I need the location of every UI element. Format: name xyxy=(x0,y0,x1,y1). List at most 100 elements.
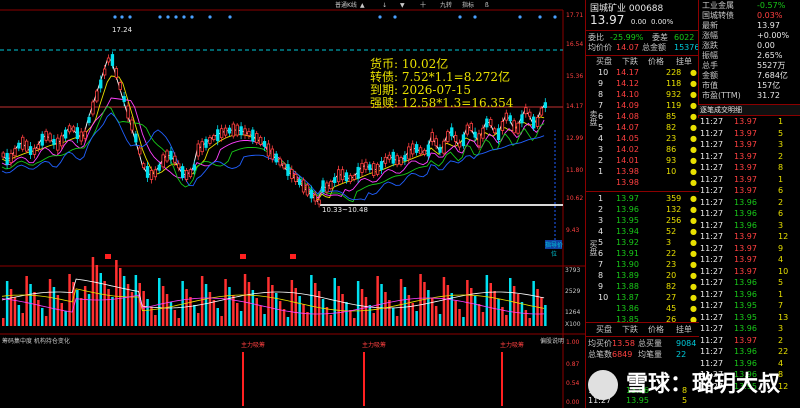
tick-time: 11:27 xyxy=(700,312,724,322)
order-book-row[interactable]: 7 14.09 119 ● xyxy=(586,101,699,111)
tick-row: 11:27 13.96 6 xyxy=(698,208,800,219)
event-marker-icon[interactable] xyxy=(553,15,557,19)
order-book-row[interactable]: 9 13.88 82 ● xyxy=(586,282,699,292)
toolbar-tab[interactable]: ↓ xyxy=(382,2,387,9)
order-book-row[interactable]: 6 13.91 22 ● xyxy=(586,249,699,259)
event-flag-icon[interactable] xyxy=(290,254,296,259)
event-flag-icon[interactable] xyxy=(240,254,246,259)
candlestick xyxy=(473,131,477,138)
order-book-row[interactable]: 7 13.90 23 ● xyxy=(586,260,699,270)
event-marker-icon[interactable] xyxy=(174,15,178,19)
order-book-row[interactable]: 4 14.05 23 ● xyxy=(586,134,699,144)
volume-bar xyxy=(220,316,223,326)
event-marker-icon[interactable] xyxy=(228,15,232,19)
candlestick xyxy=(184,170,189,180)
event-marker-icon[interactable] xyxy=(182,15,186,19)
price-axis-label: 15.36 xyxy=(566,73,583,80)
order-book-row[interactable]: 13.85 26 ● xyxy=(586,315,699,325)
candlestick xyxy=(301,179,306,193)
volume-bar xyxy=(64,311,67,326)
level-index: 4 xyxy=(598,227,604,236)
tick-list-panel[interactable]: 逐笔成交明细 11:27 13.97 1 11:27 13.97 5 11:27 13.97 3… xyxy=(698,104,800,408)
event-marker-icon[interactable] xyxy=(190,15,194,19)
order-book-row[interactable]: 2 13.96 132 ● xyxy=(586,205,699,215)
order-book-row[interactable]: 13.98 ● xyxy=(586,178,699,188)
candlestick xyxy=(364,161,368,170)
toolbar-tab[interactable]: 十 xyxy=(420,1,426,9)
candlestick xyxy=(403,155,407,161)
volume-bar xyxy=(310,275,313,326)
candlestick xyxy=(255,133,259,143)
summary-cell: 均买价 xyxy=(588,339,612,348)
toolbar-tab[interactable]: 九转 xyxy=(440,1,452,9)
volume-bar xyxy=(532,281,535,326)
order-book-row[interactable]: 10 13.87 27 ● xyxy=(586,293,699,303)
level-price: 14.02 xyxy=(616,145,639,154)
order-book-row[interactable]: 2 14.01 93 ● xyxy=(586,156,699,166)
tick-volume: 6 xyxy=(778,186,784,195)
toolbar-tab[interactable]: ▼ xyxy=(400,2,405,9)
order-book-row[interactable]: 1 13.97 359 ● xyxy=(586,194,699,204)
event-marker-icon[interactable] xyxy=(473,15,477,19)
candlestick xyxy=(516,122,520,134)
candlestick xyxy=(469,123,473,131)
toolbar-tab[interactable]: 指标 xyxy=(462,1,474,9)
order-book-row[interactable]: 13.86 45 ● xyxy=(586,304,699,314)
tick-time: 11:27 xyxy=(700,220,724,230)
level-marker: ● xyxy=(690,145,697,154)
spike-label: 主力吸筹 xyxy=(241,341,265,349)
toolbar-tab[interactable]: ▲ xyxy=(360,2,365,9)
order-book-row[interactable]: 3 13.95 256 ● xyxy=(586,216,699,226)
tick-price: 13.97 xyxy=(734,128,757,138)
volume-bar xyxy=(458,309,461,326)
level-index: 2 xyxy=(598,156,604,165)
event-marker-icon[interactable] xyxy=(128,15,132,19)
toolbar-tab[interactable]: 普通K线 xyxy=(335,1,357,9)
price-axis-label: 17.71 xyxy=(566,12,583,19)
kline-chart-area[interactable]: 普通K线 ▲ ↓ ▼ 十 九转 指标 ß 主力吸筹 主力吸筹 主力吸筹 17.71 16.54 15.… xyxy=(0,0,585,408)
event-marker-icon[interactable] xyxy=(538,15,542,19)
event-marker-icon[interactable] xyxy=(166,15,170,19)
level-index: 1 xyxy=(598,167,604,176)
volume-bar xyxy=(48,279,52,326)
event-marker-icon[interactable] xyxy=(393,15,397,19)
level-marker: ● xyxy=(690,178,697,187)
order-book-row[interactable]: 1 13.98 10 ● xyxy=(586,167,699,177)
candlestick xyxy=(149,170,154,180)
event-marker-icon[interactable] xyxy=(208,15,212,19)
order-book-row[interactable]: 3 14.02 86 ● xyxy=(586,145,699,155)
order-book-row[interactable]: 9 14.12 118 ● xyxy=(586,79,699,89)
event-marker-icon[interactable] xyxy=(458,15,462,19)
level-volume: 359 xyxy=(666,194,682,203)
order-book-row[interactable]: 5 13.92 3 ● xyxy=(586,238,699,248)
event-marker-icon[interactable] xyxy=(158,15,162,19)
order-book-row[interactable]: 4 13.94 52 ● xyxy=(586,227,699,237)
event-marker-icon[interactable] xyxy=(378,15,382,19)
order-book-row[interactable]: 5 14.07 82 ● xyxy=(586,123,699,133)
tick-volume: 6 xyxy=(778,209,784,218)
stat-label: 市值 xyxy=(702,81,718,90)
stat-value: +0.00% xyxy=(757,31,790,40)
volume-bar xyxy=(544,305,547,326)
candlestick xyxy=(118,82,122,90)
order-book-row[interactable]: 8 14.10 932 ● xyxy=(586,90,699,100)
order-book-row[interactable]: 8 13.89 20 ● xyxy=(586,271,699,281)
volume-bar xyxy=(454,301,457,326)
tick-price: 13.95 xyxy=(734,312,757,322)
price-axis-label: 10.62 xyxy=(566,195,583,202)
candlestick xyxy=(134,133,138,143)
toolbar-tab[interactable]: ß xyxy=(485,2,489,9)
event-flag-icon[interactable] xyxy=(105,254,111,259)
volume-bar xyxy=(473,296,477,326)
volume-bar xyxy=(80,298,83,326)
candlestick xyxy=(40,133,44,146)
tick-row: 11:27 13.95 7 xyxy=(698,300,800,311)
event-marker-icon[interactable] xyxy=(113,15,117,19)
candlestick xyxy=(457,142,462,148)
tick-volume: 4 xyxy=(778,255,784,264)
volume-bar xyxy=(37,300,40,326)
order-book-row[interactable]: 6 14.08 85 ● xyxy=(586,112,699,122)
event-marker-icon[interactable] xyxy=(518,15,522,19)
order-book-row[interactable]: 10 14.17 228 ● xyxy=(586,68,699,78)
event-marker-icon[interactable] xyxy=(120,15,124,19)
